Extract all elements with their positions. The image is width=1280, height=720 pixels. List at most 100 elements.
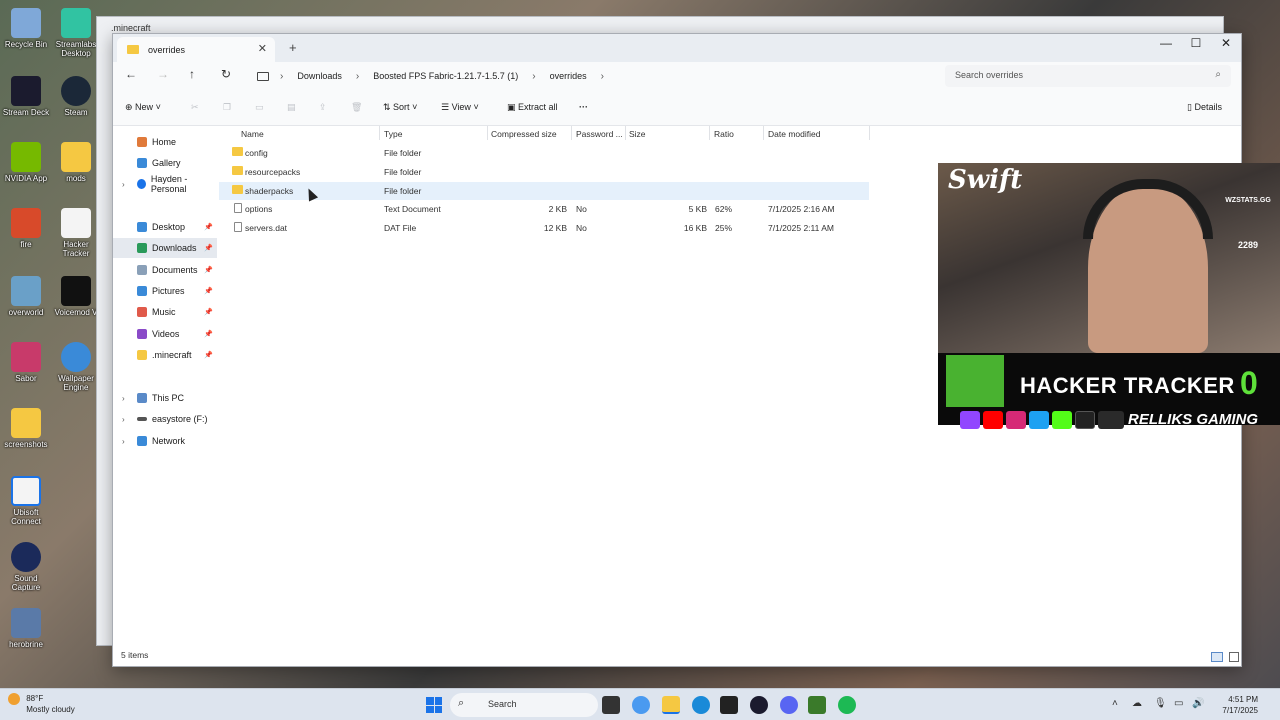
breadcrumb-downloads[interactable]: Downloads (297, 71, 342, 81)
nav-item-pictures[interactable]: Pictures 📌 (113, 281, 217, 301)
column-date-modified[interactable]: Date modified (768, 129, 820, 139)
desktop-icon-overworld[interactable]: overworld (0, 276, 52, 317)
start-button[interactable] (426, 697, 442, 713)
details-button[interactable]: ▯ Details (1187, 102, 1222, 113)
new-button[interactable]: ⊕ New ˅ (125, 102, 161, 113)
nav-item-videos[interactable]: Videos 📌 (113, 324, 217, 344)
chevron-right-icon[interactable]: › (122, 394, 125, 403)
up-icon[interactable]: ↑ (189, 67, 195, 81)
column-name[interactable]: Name (241, 129, 264, 139)
extract-all-button[interactable]: ▣ Extract all (507, 102, 558, 113)
desktop-icon-herobrine[interactable]: herobrine (0, 608, 52, 649)
desktop-icon-hacker-tracker[interactable]: Hacker Tracker (50, 208, 102, 258)
nav-item-desktop[interactable]: Desktop 📌 (113, 217, 217, 237)
file-row[interactable]: resourcepacks File folder (219, 163, 869, 181)
desktop-icon-steam[interactable]: Steam (50, 76, 102, 117)
copilot-icon[interactable] (632, 696, 650, 714)
chevron-right-icon[interactable]: › (122, 180, 125, 189)
back-icon[interactable]: ← (125, 67, 137, 81)
column-size[interactable]: Size (629, 129, 646, 139)
desktop-icon-sound-capture[interactable]: Sound Capture (0, 542, 52, 592)
nav-item-this-pc[interactable]: › This PC (113, 388, 217, 408)
nav-item-downloads[interactable]: Downloads 📌 (113, 238, 217, 258)
weather-condition: Mostly cloudy (26, 705, 75, 714)
breadcrumb[interactable]: › Downloads › Boosted FPS Fabric-1.21.7-… (247, 65, 937, 87)
microphone-icon[interactable]: 🎙 (1154, 698, 1167, 709)
more-options-button[interactable]: ··· (579, 102, 588, 112)
taskbar-search[interactable]: ⌕ Search (450, 693, 598, 717)
network-icon[interactable]: ▭ (1174, 698, 1183, 709)
details-view-icon[interactable] (1211, 652, 1223, 662)
desktop-icon-wallpaper-engine[interactable]: Wallpaper Engine (50, 342, 102, 392)
background-tab[interactable]: .minecraft (111, 23, 151, 33)
file-name: servers.dat (245, 223, 288, 233)
sort-button[interactable]: ⇅ Sort ˅ (383, 102, 417, 113)
file-row[interactable]: options Text Document 2 KB No 5 KB 62% 7… (219, 200, 869, 218)
file-row[interactable]: config File folder (219, 144, 869, 162)
tiles-view-icon[interactable] (1229, 652, 1239, 662)
rename-icon[interactable]: ▤ (287, 102, 296, 113)
file-explorer-icon[interactable] (662, 696, 680, 714)
desktop-icon-mods[interactable]: mods (50, 142, 102, 183)
cloud-icon[interactable]: ☁ (1132, 698, 1142, 709)
chevron-right-icon: › (532, 70, 536, 82)
chevron-right-icon[interactable]: › (122, 415, 125, 424)
nav-item-network[interactable]: › Network (113, 431, 217, 451)
forward-icon[interactable]: → (157, 67, 169, 81)
desktop-icon-screenshots[interactable]: screenshots (0, 408, 52, 449)
tab-overrides[interactable]: overrides ✕ (117, 37, 275, 62)
clock[interactable]: 4:51 PM 7/17/2025 (1212, 694, 1258, 716)
discord-icon[interactable] (780, 696, 798, 714)
nav-item-minecraft[interactable]: .minecraft 📌 (113, 345, 217, 365)
nav-item-music[interactable]: Music 📌 (113, 302, 217, 322)
breadcrumb-archive[interactable]: Boosted FPS Fabric-1.21.7-1.5.7 (1) (373, 71, 518, 81)
image-icon (11, 608, 41, 638)
app-icon[interactable] (720, 696, 738, 714)
file-password: No (576, 223, 587, 233)
delete-icon[interactable]: 🗑 (351, 102, 362, 113)
weather-widget[interactable]: 88°F Mostly cloudy (8, 693, 75, 715)
nav-item-documents[interactable]: Documents 📌 (113, 260, 217, 280)
new-tab-button[interactable]: + (289, 40, 297, 55)
desktop-icon-sabor[interactable]: Sabor (0, 342, 52, 383)
minecraft-icon[interactable] (808, 696, 826, 714)
edge-icon[interactable] (692, 696, 710, 714)
maximize-button[interactable]: ☐ (1181, 36, 1211, 50)
paste-icon[interactable]: ▭ (255, 102, 264, 113)
minimize-button[interactable]: — (1151, 36, 1181, 50)
task-view-icon[interactable] (602, 696, 620, 714)
file-row[interactable]: servers.dat DAT File 12 KB No 16 KB 25% … (219, 219, 869, 237)
nav-item-personal[interactable]: › Hayden - Personal (113, 174, 217, 194)
desktop-icon-stream-deck[interactable]: Stream Deck (0, 76, 52, 117)
nav-item-gallery[interactable]: Gallery (113, 153, 217, 173)
app-icon[interactable] (750, 696, 768, 714)
close-tab-icon[interactable]: ✕ (258, 42, 267, 55)
column-ratio[interactable]: Ratio (714, 129, 734, 139)
desktop-icon-voicemod[interactable]: Voicemod V (50, 276, 102, 317)
file-type: Text Document (384, 204, 441, 214)
column-password[interactable]: Password ... (576, 129, 623, 139)
column-compressed-size[interactable]: Compressed size (491, 129, 557, 139)
cut-icon[interactable]: ✂ (191, 102, 199, 113)
close-window-button[interactable]: ✕ (1211, 36, 1241, 50)
desktop-icon-streamlabs[interactable]: Streamlabs Desktop (50, 8, 102, 58)
view-button[interactable]: ☰ View ˅ (441, 102, 479, 113)
desktop-icon-fire[interactable]: fire (0, 208, 52, 249)
nav-item-home[interactable]: Home (113, 132, 217, 152)
search-input[interactable]: Search overrides ⌕ (945, 65, 1231, 87)
spotify-icon[interactable] (838, 696, 856, 714)
chevron-up-icon[interactable]: ˄ (1112, 698, 1118, 709)
desktop-icon-ubisoft[interactable]: Ubisoft Connect (0, 476, 52, 526)
chevron-right-icon[interactable]: › (122, 437, 125, 446)
volume-icon[interactable]: 🔊 (1192, 698, 1204, 709)
videos-icon (137, 329, 147, 339)
share-icon[interactable]: ⇪ (319, 102, 327, 113)
desktop-icon-nvidia[interactable]: NVIDIA App (0, 142, 52, 183)
nav-item-easystore[interactable]: › easystore (F:) (113, 409, 217, 429)
file-type: File folder (384, 186, 422, 196)
column-type[interactable]: Type (384, 129, 402, 139)
refresh-icon[interactable]: ↻ (221, 67, 231, 81)
desktop-icon-recycle-bin[interactable]: Recycle Bin (0, 8, 52, 49)
breadcrumb-overrides[interactable]: overrides (550, 71, 587, 81)
copy-icon[interactable]: ❐ (223, 102, 231, 113)
